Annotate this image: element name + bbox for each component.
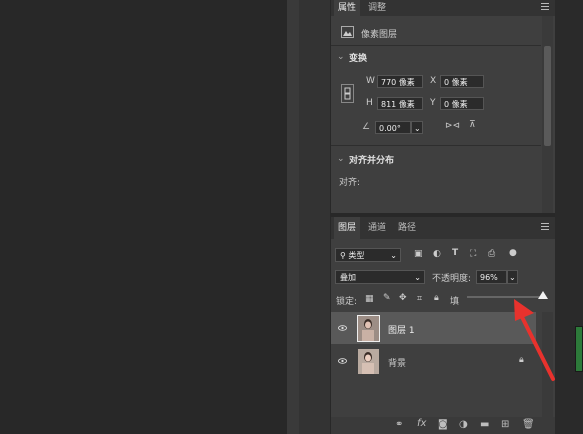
lock-artboard-icon[interactable]: ⌗ (417, 294, 422, 304)
layer-name[interactable]: 图层 1 (388, 323, 415, 336)
filter-shape-icon[interactable]: ⛶ (470, 249, 476, 259)
meter-indicator (575, 326, 583, 372)
tab-channels[interactable]: 通道 (364, 217, 390, 239)
opacity-dropdown-icon[interactable]: ⌄ (507, 270, 518, 284)
filter-pixel-icon[interactable]: ▣ (414, 249, 423, 259)
panel-gutter (299, 0, 330, 434)
flip-vertical-icon[interactable]: ⊼ (469, 120, 476, 130)
layer-name[interactable]: 背景 (388, 356, 406, 369)
properties-scrollbar[interactable] (542, 16, 553, 213)
adjustment-icon[interactable]: ◑ (459, 419, 468, 430)
layer-thumbnail (358, 349, 379, 374)
w-label: W (366, 76, 375, 86)
flip-horizontal-icon[interactable]: ⊳⊲ (445, 121, 460, 131)
divider (331, 145, 541, 146)
lock-all-icon[interactable]: 🔒︎ (434, 293, 439, 303)
filter-smart-object-icon[interactable]: ⎙ (488, 249, 495, 259)
properties-tabbar: 属性 调整 (331, 0, 555, 16)
angle-dropdown-icon[interactable]: ⌄ (411, 121, 423, 134)
height-field[interactable]: 811 像素 (377, 97, 423, 110)
fill-label: 填 (450, 297, 460, 307)
layers-tabbar: 图层 通道 路径 (331, 217, 555, 239)
chevron-down-icon[interactable]: ⌄ (337, 154, 345, 164)
chevron-down-icon: ⌄ (390, 251, 397, 260)
lock-position-icon[interactable]: ✥ (399, 293, 407, 303)
link-dimensions-icon[interactable] (341, 84, 354, 103)
y-field[interactable]: 0 像素 (440, 97, 484, 110)
x-field[interactable]: 0 像素 (440, 75, 484, 88)
layer-kind-label: 像素图层 (361, 30, 398, 40)
search-icon: ⚲ (340, 251, 346, 260)
filter-adjustment-icon[interactable]: ◐ (433, 249, 441, 259)
tab-paths[interactable]: 路径 (394, 217, 420, 239)
lock-paint-icon[interactable]: ✎ (383, 293, 391, 303)
link-icon[interactable]: ⚭ (395, 419, 403, 430)
tab-adjustments[interactable]: 调整 (364, 0, 390, 16)
lock-label: 锁定: (336, 297, 358, 307)
chevron-down-icon[interactable]: ⌄ (337, 52, 345, 62)
lock-transparent-icon[interactable]: ▦ (365, 294, 374, 304)
fx-icon[interactable]: fx (417, 418, 426, 429)
opacity-label: 不透明度: (432, 274, 472, 284)
group-icon[interactable]: ▬ (480, 419, 489, 430)
x-label: X (430, 76, 437, 86)
document-canvas[interactable] (0, 0, 287, 434)
layer-thumbnail (357, 315, 380, 342)
properties-panel: 属性 调整 像素图层 ⌄ 变换 W 770 像素 X 0 像素 H 811 像素… (331, 0, 555, 213)
filter-kind-select[interactable]: ⚲ 类型 ⌄ (335, 248, 401, 262)
divider (331, 45, 541, 46)
panel-menu-icon[interactable] (541, 3, 549, 11)
align-section-title[interactable]: 对齐并分布 (349, 153, 394, 166)
blend-mode-value: 叠加 (340, 273, 356, 282)
filter-kind-value: 类型 (348, 251, 365, 260)
align-label: 对齐: (339, 178, 361, 188)
trash-icon[interactable]: 🗑︎ (522, 419, 535, 430)
eye-icon[interactable] (338, 358, 347, 364)
filter-toggle-icon[interactable]: ● (509, 248, 517, 258)
mask-icon[interactable]: ◙ (438, 419, 448, 430)
eye-icon[interactable] (338, 325, 347, 331)
layers-bottom-bar: ⚭ fx ◙ ◑ ▬ ⊞ 🗑︎ (331, 417, 555, 434)
new-layer-icon[interactable]: ⊞ (501, 419, 509, 430)
blend-mode-select[interactable]: 叠加 ⌄ (335, 270, 425, 284)
canvas-edge (287, 0, 299, 434)
pixel-layer-icon (341, 26, 354, 38)
filter-text-icon[interactable]: T (452, 248, 458, 258)
scroll-thumb[interactable] (544, 46, 551, 146)
panel-menu-icon[interactable] (541, 223, 549, 231)
tab-properties[interactable]: 属性 (334, 0, 361, 16)
chevron-down-icon: ⌄ (414, 273, 421, 282)
h-label: H (366, 98, 373, 108)
transform-section-title[interactable]: 变换 (349, 51, 367, 64)
angle-field[interactable]: 0.00° (375, 121, 411, 134)
width-field[interactable]: 770 像素 (377, 75, 423, 88)
angle-icon: ∠ (362, 122, 371, 132)
tab-layers[interactable]: 图层 (334, 217, 361, 239)
annotation-arrow (514, 299, 555, 381)
y-label: Y (430, 98, 436, 108)
opacity-field[interactable]: 96% (476, 270, 507, 284)
